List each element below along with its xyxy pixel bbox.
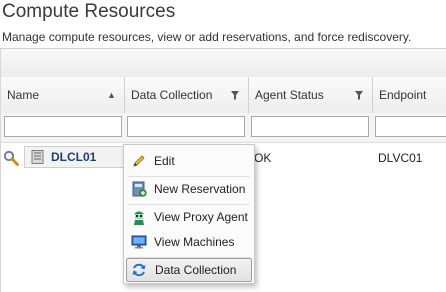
agent-status-filter-input[interactable] <box>251 116 369 137</box>
sort-ascending-icon[interactable]: ▲ <box>107 77 116 113</box>
menu-item-view-proxy-agent[interactable]: View Proxy Agent <box>126 205 252 229</box>
page-title: Compute Resources <box>2 1 176 22</box>
proxy-agent-icon <box>131 209 147 225</box>
column-header-data-collection[interactable]: Data Collection <box>125 77 249 113</box>
menu-item-label: View Machines <box>154 235 235 249</box>
magnifier-icon[interactable] <box>3 143 21 173</box>
context-menu: Edit New Reservation View Proxy Agent Vi… <box>123 144 255 284</box>
host-name[interactable]: DLCL01 <box>51 147 96 167</box>
pencil-icon <box>131 153 147 169</box>
endpoint-value: DLVC01 <box>378 151 423 165</box>
grid-toolbar <box>1 49 446 78</box>
column-header-agent-status[interactable]: Agent Status <box>249 77 373 113</box>
grid-header-row: Name ▲ Data Collection Agent Status Endp… <box>1 77 446 114</box>
column-header-label: Endpoint <box>379 88 427 102</box>
host-name-box[interactable]: DLCL01 <box>24 146 124 168</box>
endpoint-filter-input[interactable] <box>375 116 446 137</box>
menu-item-label: Edit <box>154 154 175 168</box>
filter-icon[interactable] <box>231 77 239 113</box>
filter-row <box>1 113 446 143</box>
monitor-icon <box>131 234 147 250</box>
data-collection-filter-input[interactable] <box>127 116 245 137</box>
new-reservation-icon <box>131 181 147 197</box>
agent-status-value: OK <box>254 151 272 165</box>
column-header-name[interactable]: Name ▲ <box>1 77 125 113</box>
column-header-endpoint[interactable]: Endpoint <box>373 77 446 113</box>
page-subtitle: Manage compute resources, view or add re… <box>2 30 412 44</box>
filter-icon[interactable] <box>355 77 363 113</box>
menu-item-label: New Reservation <box>154 182 246 196</box>
menu-item-edit[interactable]: Edit <box>126 149 252 173</box>
menu-item-view-machines[interactable]: View Machines <box>126 230 252 254</box>
menu-item-label: Data Collection <box>155 263 237 277</box>
column-header-label: Data Collection <box>131 88 213 102</box>
menu-item-label: View Proxy Agent <box>154 210 248 224</box>
server-icon <box>31 150 44 167</box>
menu-item-new-reservation[interactable]: New Reservation <box>126 177 252 201</box>
menu-item-data-collection[interactable]: Data Collection <box>126 258 252 282</box>
refresh-icon <box>131 262 147 278</box>
column-header-label: Agent Status <box>255 88 324 102</box>
column-header-label: Name <box>7 88 40 102</box>
name-filter-input[interactable] <box>4 116 122 137</box>
